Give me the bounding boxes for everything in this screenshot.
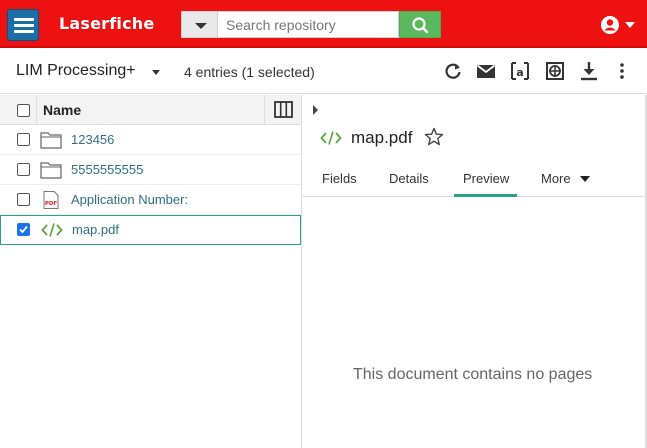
empty-preview-message: This document contains no pages xyxy=(353,366,593,383)
list-item-label[interactable]: map.pdf xyxy=(72,222,119,237)
header-divider xyxy=(36,95,37,125)
text-recognition-icon[interactable]: a xyxy=(509,60,531,82)
search-scope-dropdown[interactable] xyxy=(181,11,218,38)
active-tab-indicator xyxy=(454,194,517,197)
checkmark-icon xyxy=(19,225,28,234)
folder-icon xyxy=(40,132,62,149)
columns-icon xyxy=(274,101,293,118)
repository-name[interactable]: LIM Processing+ xyxy=(16,62,136,80)
list-item[interactable]: 123456 xyxy=(0,125,301,155)
row-checkbox[interactable] xyxy=(17,193,30,206)
list-item[interactable]: 5555555555 xyxy=(0,155,301,185)
toolbar: LIM Processing+ 4 entries (1 selected) a xyxy=(0,50,647,94)
name-column-header[interactable]: Name xyxy=(43,102,81,118)
entry-list: Name 123456 5555555555 PDF Application N… xyxy=(0,95,301,448)
top-bar: Laserfiche xyxy=(0,0,647,48)
chevron-down-icon[interactable] xyxy=(580,176,590,182)
svg-text:PDF: PDF xyxy=(45,201,58,207)
email-icon[interactable] xyxy=(475,60,497,82)
list-item[interactable]: map.pdf xyxy=(0,215,301,245)
row-checkbox[interactable] xyxy=(17,133,30,146)
user-menu[interactable] xyxy=(599,14,639,36)
refresh-icon[interactable] xyxy=(442,60,464,82)
search-button[interactable] xyxy=(399,11,441,38)
chevron-down-icon xyxy=(625,22,635,28)
select-all-checkbox[interactable] xyxy=(17,104,30,117)
row-checkbox[interactable] xyxy=(17,223,30,236)
list-item-label[interactable]: Application Number: xyxy=(71,192,188,207)
collapse-panel-icon[interactable] xyxy=(313,105,318,115)
chevron-down-icon[interactable] xyxy=(152,70,160,75)
detail-tabs: Fields Details Preview More xyxy=(302,162,647,197)
tab-details[interactable]: Details xyxy=(389,171,429,186)
chevron-down-icon xyxy=(195,23,207,29)
row-checkbox[interactable] xyxy=(17,163,30,176)
pdf-icon: PDF xyxy=(43,191,59,209)
list-item-label[interactable]: 123456 xyxy=(71,132,114,147)
folder-icon xyxy=(40,162,62,179)
search-input[interactable] xyxy=(218,11,399,38)
more-vert-icon[interactable] xyxy=(611,60,633,82)
hamburger-menu-icon[interactable] xyxy=(7,9,39,41)
star-icon[interactable] xyxy=(424,127,444,147)
brand-logo: Laserfiche xyxy=(59,14,155,33)
list-item[interactable]: PDF Application Number: xyxy=(0,185,301,215)
column-picker-button[interactable] xyxy=(264,95,301,125)
user-avatar-icon xyxy=(601,16,619,34)
download-icon[interactable] xyxy=(578,60,600,82)
entries-status: 4 entries (1 selected) xyxy=(184,64,315,80)
details-panel: map.pdf Fields Details Preview More This… xyxy=(302,95,647,448)
tab-more[interactable]: More xyxy=(541,171,571,186)
tab-preview[interactable]: Preview xyxy=(463,171,509,186)
list-item-label[interactable]: 5555555555 xyxy=(71,162,143,177)
tab-fields[interactable]: Fields xyxy=(322,171,357,186)
code-icon xyxy=(320,131,342,145)
list-header: Name xyxy=(0,95,301,125)
search-bar xyxy=(181,11,441,38)
code-icon xyxy=(41,223,63,237)
search-icon xyxy=(412,17,429,34)
svg-text:a: a xyxy=(516,66,523,79)
document-title: map.pdf xyxy=(351,128,413,147)
export-icon[interactable] xyxy=(544,60,566,82)
